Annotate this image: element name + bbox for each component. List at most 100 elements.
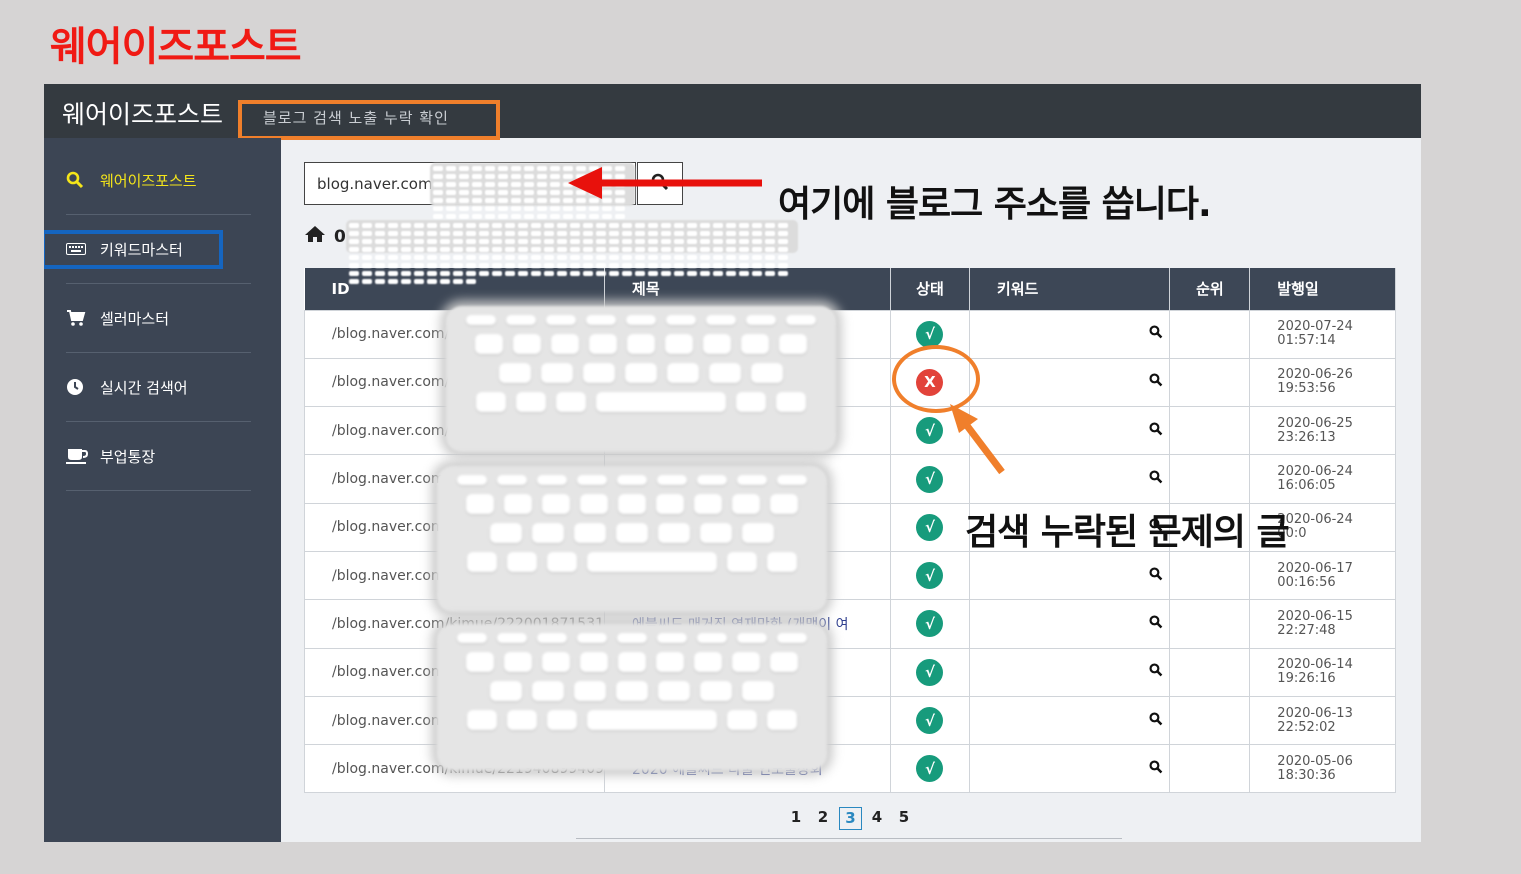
- publish-time: 00:16:56: [1277, 574, 1336, 590]
- search-icon[interactable]: [1149, 663, 1163, 681]
- home-icon[interactable]: [304, 225, 326, 248]
- page-link[interactable]: 5: [891, 807, 917, 830]
- rank-cell: [1169, 599, 1251, 649]
- column-header-status: 상태: [890, 268, 970, 310]
- indexed-check-icon: √: [916, 707, 944, 735]
- keyword-cell: [968, 357, 1171, 408]
- redaction-overlay: [437, 466, 827, 612]
- publish-date: 2020-06-26: [1277, 367, 1353, 383]
- status-cell: √: [890, 502, 970, 552]
- indexed-check-icon: √: [916, 417, 944, 445]
- pagination: 1 2 3 4 5: [783, 807, 918, 830]
- status-cell: √: [890, 695, 970, 746]
- indexed-check-icon: √: [916, 320, 944, 348]
- search-button[interactable]: [637, 162, 683, 205]
- clock-icon: [66, 378, 100, 396]
- publish-date-cell: 2020-06-25 23:26:13: [1249, 406, 1396, 456]
- page-link[interactable]: 4: [864, 807, 890, 830]
- sidebar-item-whereispost[interactable]: 웨어이즈포스트: [66, 146, 251, 215]
- publish-date: 2020-06-15: [1277, 608, 1353, 624]
- publish-time: 23:26:13: [1277, 429, 1336, 445]
- publish-date: 2020-06-13: [1277, 705, 1353, 721]
- brand-title[interactable]: 웨어이즈포스트: [62, 95, 223, 131]
- column-header-keyword: 키워드: [969, 268, 1171, 310]
- publish-date-cell: 2020-06-17 00:16:56: [1249, 550, 1396, 601]
- status-cell: √: [890, 599, 970, 649]
- search-icon[interactable]: [1149, 567, 1163, 585]
- rank-cell: [1169, 744, 1251, 794]
- rank-cell: [1169, 647, 1251, 697]
- search-icon: [651, 173, 669, 195]
- publish-date: 2020-06-17: [1277, 560, 1353, 576]
- redaction-overlay: [437, 624, 827, 770]
- publish-date-cell: 2020-06-24 16:06:05: [1249, 454, 1396, 504]
- search-icon[interactable]: [1149, 760, 1163, 778]
- rank-cell: [1169, 406, 1251, 456]
- publish-time: 01:57:14: [1277, 333, 1336, 349]
- publish-time: 18:30:36: [1277, 767, 1336, 783]
- publish-time: 19:53:56: [1277, 381, 1336, 397]
- keyword-cell: [968, 744, 1171, 794]
- missing-post-highlight: [892, 345, 980, 413]
- sidebar-item-label: 웨어이즈포스트: [100, 171, 197, 190]
- sidebar-item-sellermaster[interactable]: 셀러마스터: [66, 284, 251, 353]
- publish-date-cell: 2020-06-15 22:27:48: [1249, 599, 1396, 649]
- search-icon[interactable]: [1149, 711, 1163, 730]
- publish-date-cell: 2020-06-14 19:26:16: [1249, 647, 1396, 697]
- column-header-rank: 순위: [1169, 268, 1251, 310]
- publish-date-cell: 2020-05-06 18:30:36: [1249, 744, 1396, 794]
- redaction-overlay: [446, 306, 836, 452]
- divider: [576, 838, 1122, 839]
- status-cell: √: [890, 647, 970, 697]
- column-header-date: 발행일: [1249, 268, 1396, 310]
- publish-time: 00:0: [1277, 526, 1307, 542]
- sidebar-item-label: 셀러마스터: [100, 309, 170, 328]
- top-bar: 웨어이즈포스트 블로그 검색 노출 누락 확인: [44, 84, 1421, 140]
- indexed-check-icon: √: [916, 513, 944, 541]
- publish-date-cell: 2020-07-24 01:57:14: [1249, 309, 1396, 359]
- page-link[interactable]: 2: [810, 807, 836, 830]
- status-cell: √: [890, 454, 970, 504]
- address-callout: 여기에 블로그 주소를 씁니다.: [778, 184, 1212, 225]
- indexed-check-icon: √: [916, 465, 944, 493]
- page-link-current[interactable]: 3: [839, 807, 862, 830]
- rank-cell: [1169, 550, 1251, 601]
- redaction-overlay: [430, 163, 635, 243]
- rank-cell: [1169, 357, 1251, 408]
- search-icon[interactable]: [1149, 615, 1163, 633]
- keyword-cell: [968, 695, 1171, 746]
- status-cell: √: [890, 406, 970, 456]
- publish-date: 2020-05-06: [1277, 753, 1353, 769]
- keyword-cell: [968, 647, 1171, 697]
- publish-time: 22:52:02: [1277, 719, 1336, 735]
- redaction-overlay: [346, 220, 798, 284]
- search-icon[interactable]: [1149, 373, 1163, 391]
- publish-date: 2020-06-25: [1277, 415, 1353, 431]
- page-link[interactable]: 1: [783, 807, 809, 830]
- breadcrumb-count: 0: [334, 226, 346, 247]
- missing-post-callout: 검색 누락된 문제의 글: [965, 512, 1290, 553]
- search-icon[interactable]: [1149, 325, 1163, 343]
- publish-time: 16:06:05: [1277, 478, 1336, 494]
- search-icon: [66, 171, 100, 189]
- keyword-cell: [968, 599, 1171, 649]
- publish-date-cell: 2020-06-26 19:53:56: [1249, 357, 1396, 408]
- sidebar-item-realtime-search[interactable]: 실시간 검색어: [66, 353, 251, 422]
- search-icon[interactable]: [1149, 470, 1163, 488]
- keyword-cell: [968, 309, 1171, 359]
- keyword-cell: [968, 550, 1171, 601]
- rank-cell: [1169, 309, 1251, 359]
- rank-cell: [1169, 454, 1251, 504]
- sidebar-item-label: 부업통장: [100, 447, 156, 466]
- publish-date: 2020-06-24: [1277, 464, 1353, 480]
- indexed-check-icon: √: [916, 562, 944, 590]
- status-cell: √: [890, 550, 970, 601]
- search-icon[interactable]: [1149, 422, 1163, 440]
- sidebar: 웨어이즈포스트 키워드마스터 셀러마스터 실시간 검색어 부업통장: [44, 138, 281, 842]
- coffee-icon: [66, 448, 100, 464]
- indexed-check-icon: √: [916, 610, 944, 638]
- indexed-check-icon: √: [916, 658, 944, 686]
- publish-time: 19:26:16: [1277, 671, 1336, 687]
- breadcrumb: 0: [304, 225, 346, 248]
- sidebar-item-side-job[interactable]: 부업통장: [66, 422, 251, 491]
